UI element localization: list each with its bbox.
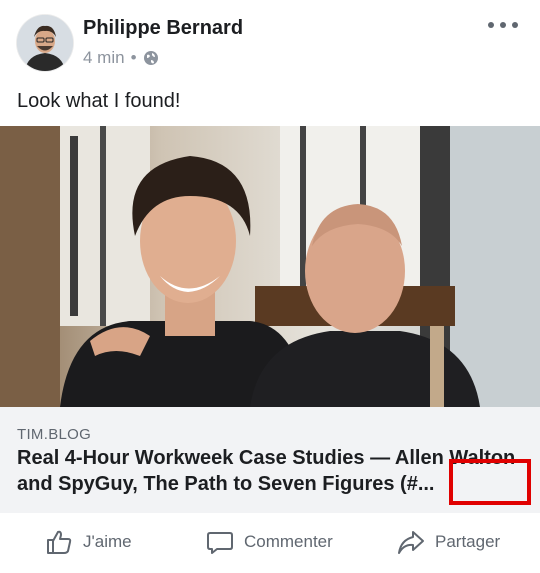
author-avatar[interactable] — [17, 15, 73, 71]
link-domain: TIM.BLOG — [17, 426, 92, 443]
link-preview-image[interactable] — [0, 126, 540, 407]
like-button[interactable]: J'aime — [45, 528, 132, 556]
post-header: Philippe Bernard 4 min • — [0, 0, 540, 88]
post-text: Look what I found! — [17, 90, 181, 112]
post-time[interactable]: 4 min — [83, 48, 125, 68]
author-name[interactable]: Philippe Bernard — [83, 17, 243, 40]
comment-label: Commenter — [244, 532, 333, 551]
globe-icon — [143, 50, 159, 66]
meta-separator: • — [130, 48, 137, 67]
thumbs-up-icon — [47, 530, 72, 554]
share-label: Partager — [435, 532, 501, 551]
post-meta: 4 min • — [83, 48, 159, 68]
comment-button[interactable]: Commenter — [206, 528, 333, 556]
share-icon — [398, 531, 424, 554]
like-label: J'aime — [83, 532, 132, 551]
post-actions: J'aime Commenter Partager — [0, 514, 540, 573]
highlight-box — [449, 459, 531, 505]
more-dots-icon[interactable] — [488, 22, 518, 32]
share-button[interactable]: Partager — [397, 528, 500, 556]
comment-icon — [207, 532, 233, 554]
